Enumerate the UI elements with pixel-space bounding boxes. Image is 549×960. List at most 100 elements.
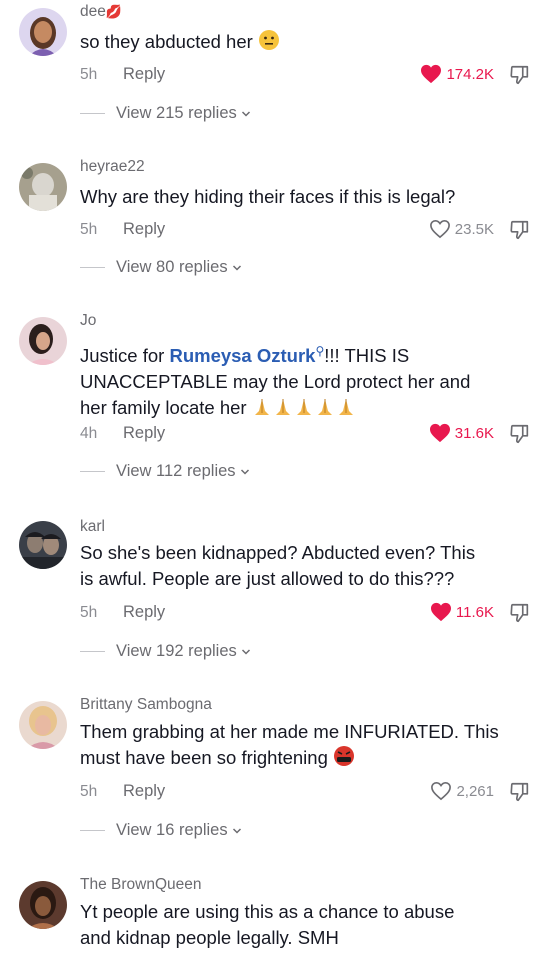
heart-filled-icon	[430, 602, 451, 622]
comment-item: Brittany Sambogna Them grabbing at her m…	[0, 693, 549, 863]
angry-face-emoji-icon	[334, 746, 354, 766]
heart-outline-icon	[429, 219, 450, 239]
comment-text-part: must have been so frightening	[80, 747, 328, 768]
comment-item: heyrae22 Why are they hiding their faces…	[0, 155, 549, 305]
divider	[80, 830, 105, 831]
comment-line: her family locate her	[80, 395, 535, 421]
view-replies-text: View 80 replies	[116, 258, 228, 276]
username[interactable]: Jo	[80, 312, 96, 330]
like-button[interactable]: 31.6K	[429, 423, 494, 443]
comment-line: is awful. People are just allowed to do …	[80, 568, 455, 589]
view-replies-text: View 192 replies	[116, 642, 237, 660]
chevron-down-icon	[240, 468, 249, 475]
avatar[interactable]	[19, 317, 67, 365]
username[interactable]: The BrownQueen	[80, 876, 202, 894]
like-count: 2,261	[456, 782, 494, 800]
dislike-icon[interactable]	[509, 64, 531, 86]
timestamp: 5h	[80, 221, 98, 238]
comment-text-part: her family locate her	[80, 397, 247, 419]
comment-line: So she's been kidnapped? Abducted even? …	[80, 542, 476, 563]
chevron-down-icon	[241, 648, 250, 655]
like-count: 31.6K	[454, 424, 494, 442]
comment-text-part: !!! THIS IS	[324, 345, 410, 367]
view-replies-button[interactable]: View 112 replies	[80, 462, 250, 481]
timestamp: 5h	[80, 783, 98, 800]
divider	[80, 651, 105, 652]
timestamp: 4h	[80, 425, 98, 442]
emoji-icon	[258, 30, 279, 50]
comment-item: dee💋 so they abducted her 5h Reply 174.2…	[0, 0, 549, 150]
view-replies-label: View 192 replies	[116, 642, 251, 661]
timestamp: 5h	[80, 66, 98, 83]
search-icon: ⚲	[315, 344, 325, 358]
timestamp: 5h	[80, 604, 98, 621]
comment-text: So she's been kidnapped? Abducted even? …	[80, 540, 535, 592]
comment-text-content: so they abducted her	[80, 31, 253, 52]
comment-text: Them grabbing at her made me INFURIATED.…	[80, 719, 535, 771]
dislike-icon[interactable]	[509, 219, 531, 241]
username-text: dee	[80, 3, 106, 20]
comment-line: Yt people are using this as a chance to …	[80, 901, 455, 922]
view-replies-label: View 112 replies	[116, 462, 250, 481]
comment-text: Yt people are using this as a chance to …	[80, 899, 535, 951]
comment-text: Why are they hiding their faces if this …	[80, 186, 456, 207]
reply-button[interactable]: Reply	[123, 782, 165, 801]
reply-button[interactable]: Reply	[123, 65, 165, 84]
heart-outline-icon	[431, 781, 452, 801]
view-replies-label: View 80 replies	[116, 258, 242, 277]
divider	[80, 471, 105, 472]
view-replies-button[interactable]: View 215 replies	[80, 104, 251, 123]
comment-item: The BrownQueen Yt people are using this …	[0, 872, 549, 960]
like-button[interactable]: 23.5K	[429, 219, 494, 239]
reply-button[interactable]: Reply	[123, 220, 165, 239]
username[interactable]: heyrae22	[80, 158, 145, 176]
comment-line: must have been so frightening	[80, 745, 535, 771]
comment-text: Justice for Rumeysa Ozturk⚲!!! THIS IS U…	[80, 338, 535, 421]
view-replies-label: View 215 replies	[116, 104, 251, 123]
heart-filled-icon	[421, 64, 442, 84]
dislike-icon[interactable]	[509, 602, 531, 624]
divider	[80, 267, 105, 268]
divider	[80, 113, 105, 114]
view-replies-button[interactable]: View 80 replies	[80, 258, 242, 277]
view-replies-button[interactable]: View 192 replies	[80, 642, 251, 661]
praying-hands-emoji-icon	[252, 397, 356, 417]
comment-text-part: Justice for	[80, 345, 170, 367]
comment-item: Jo Justice for Rumeysa Ozturk⚲!!! THIS I…	[0, 309, 549, 514]
avatar[interactable]	[19, 163, 67, 211]
reply-button[interactable]: Reply	[123, 424, 165, 443]
dislike-icon[interactable]	[509, 781, 531, 803]
comment-line: UNACCEPTABLE may the Lord protect her an…	[80, 371, 471, 393]
comment-text: so they abducted her	[80, 29, 535, 55]
avatar[interactable]	[19, 881, 67, 929]
chevron-down-icon	[232, 264, 241, 271]
username[interactable]: dee💋	[80, 3, 122, 21]
kiss-emoji-icon: 💋	[105, 4, 123, 19]
comment-item: karl So she's been kidnapped? Abducted e…	[0, 514, 549, 684]
reply-button[interactable]: Reply	[123, 603, 165, 622]
view-replies-label: View 16 replies	[116, 821, 242, 840]
like-button[interactable]: 2,261	[430, 781, 494, 801]
like-count: 23.5K	[454, 220, 494, 238]
avatar[interactable]	[19, 701, 67, 749]
like-button[interactable]: 174.2K	[420, 64, 494, 84]
view-replies-text: View 16 replies	[116, 821, 228, 839]
like-button[interactable]: 11.6K	[430, 602, 494, 622]
dislike-icon[interactable]	[509, 423, 531, 445]
avatar[interactable]	[19, 8, 67, 56]
view-replies-button[interactable]: View 16 replies	[80, 821, 242, 840]
chevron-down-icon	[232, 827, 241, 834]
comment-line: and kidnap people legally. SMH	[80, 927, 339, 948]
view-replies-text: View 215 replies	[116, 104, 237, 122]
username[interactable]: karl	[80, 518, 105, 536]
heart-filled-icon	[429, 423, 450, 443]
view-replies-text: View 112 replies	[116, 462, 236, 480]
chevron-down-icon	[241, 110, 250, 117]
avatar[interactable]	[19, 521, 67, 569]
username[interactable]: Brittany Sambogna	[80, 696, 212, 714]
like-count: 174.2K	[446, 65, 494, 83]
comment-line: Them grabbing at her made me INFURIATED.…	[80, 721, 499, 742]
mention-link[interactable]: Rumeysa Ozturk	[169, 345, 315, 366]
comment-line: Justice for Rumeysa Ozturk⚲!!! THIS IS	[80, 338, 535, 369]
like-count: 11.6K	[455, 603, 494, 621]
